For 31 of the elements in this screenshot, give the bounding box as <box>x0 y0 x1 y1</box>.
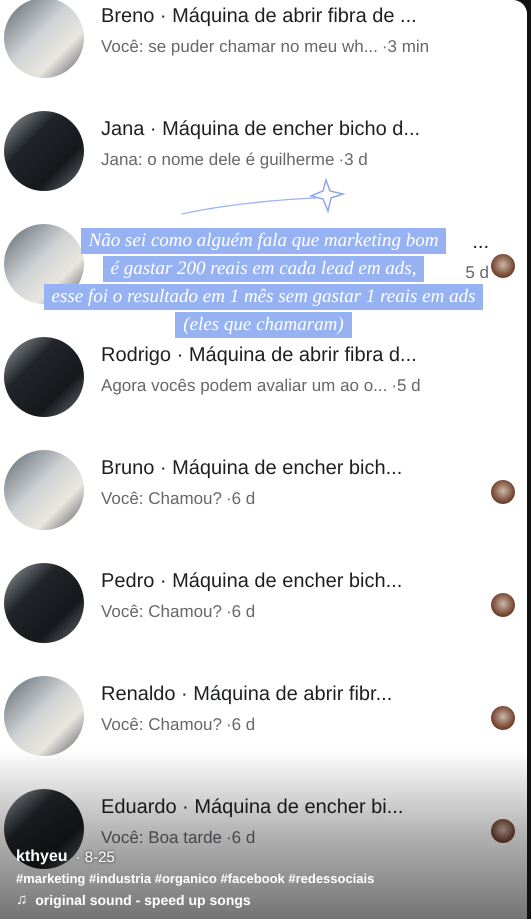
timestamp: ·6 d <box>226 488 256 510</box>
message-preview: Você: Chamou? <box>101 488 222 510</box>
conversation-title[interactable]: ... <box>472 230 489 254</box>
conversation-title[interactable]: Pedro · Máquina de encher bich... <box>101 569 489 593</box>
conversation-title[interactable]: Jana · Máquina de encher bicho d... <box>101 117 489 141</box>
timestamp: ·3 min <box>382 36 430 58</box>
message-preview: Agora vocês podem avaliar um ao o... <box>101 375 388 397</box>
timestamp: ·6 d <box>226 827 256 849</box>
message-preview: Você: Chamou? <box>101 601 222 623</box>
conversation-title[interactable]: Renaldo · Máquina de abrir fibr... <box>101 682 489 706</box>
sound-name[interactable]: original sound - speed up songs <box>35 892 251 908</box>
timestamp: 5 d <box>465 262 489 284</box>
post-date: · 8-25 <box>76 848 115 866</box>
conversation-title[interactable]: Rodrigo · Máquina de abrir fibra d... <box>101 343 489 367</box>
timestamp: ·6 d <box>226 601 256 623</box>
conversation-title[interactable]: Breno · Máquina de abrir fibra de ... <box>101 4 489 28</box>
timestamp: ·5 d <box>391 375 421 397</box>
caption-text: (eles que chamaram) <box>175 312 352 338</box>
message-preview: Você: Boa tarde <box>101 827 222 849</box>
timestamp: ·3 d <box>338 149 368 171</box>
caption-text: Não sei como alguém fala que marketing bom <box>80 228 446 254</box>
message-preview: Você: Chamou? <box>101 714 222 736</box>
conversation-title[interactable]: Bruno · Máquina de encher bich... <box>101 456 489 480</box>
message-preview: Você: se puder chamar no meu wh... <box>101 36 378 58</box>
author-name[interactable]: kthyeu <box>16 848 68 866</box>
music-note-icon: ♫ <box>16 891 28 908</box>
conversation-title[interactable]: Eduardo · Máquina de encher bi... <box>101 795 489 819</box>
caption-text: esse foi o resultado em 1 mês sem gastar 1 reais em ads <box>44 284 484 310</box>
caption-text: é gastar 200 reais em cada lead em ads, <box>102 256 424 282</box>
timestamp: ·6 d <box>226 714 256 736</box>
message-preview: Jana: o nome dele é guilherme <box>101 149 334 171</box>
